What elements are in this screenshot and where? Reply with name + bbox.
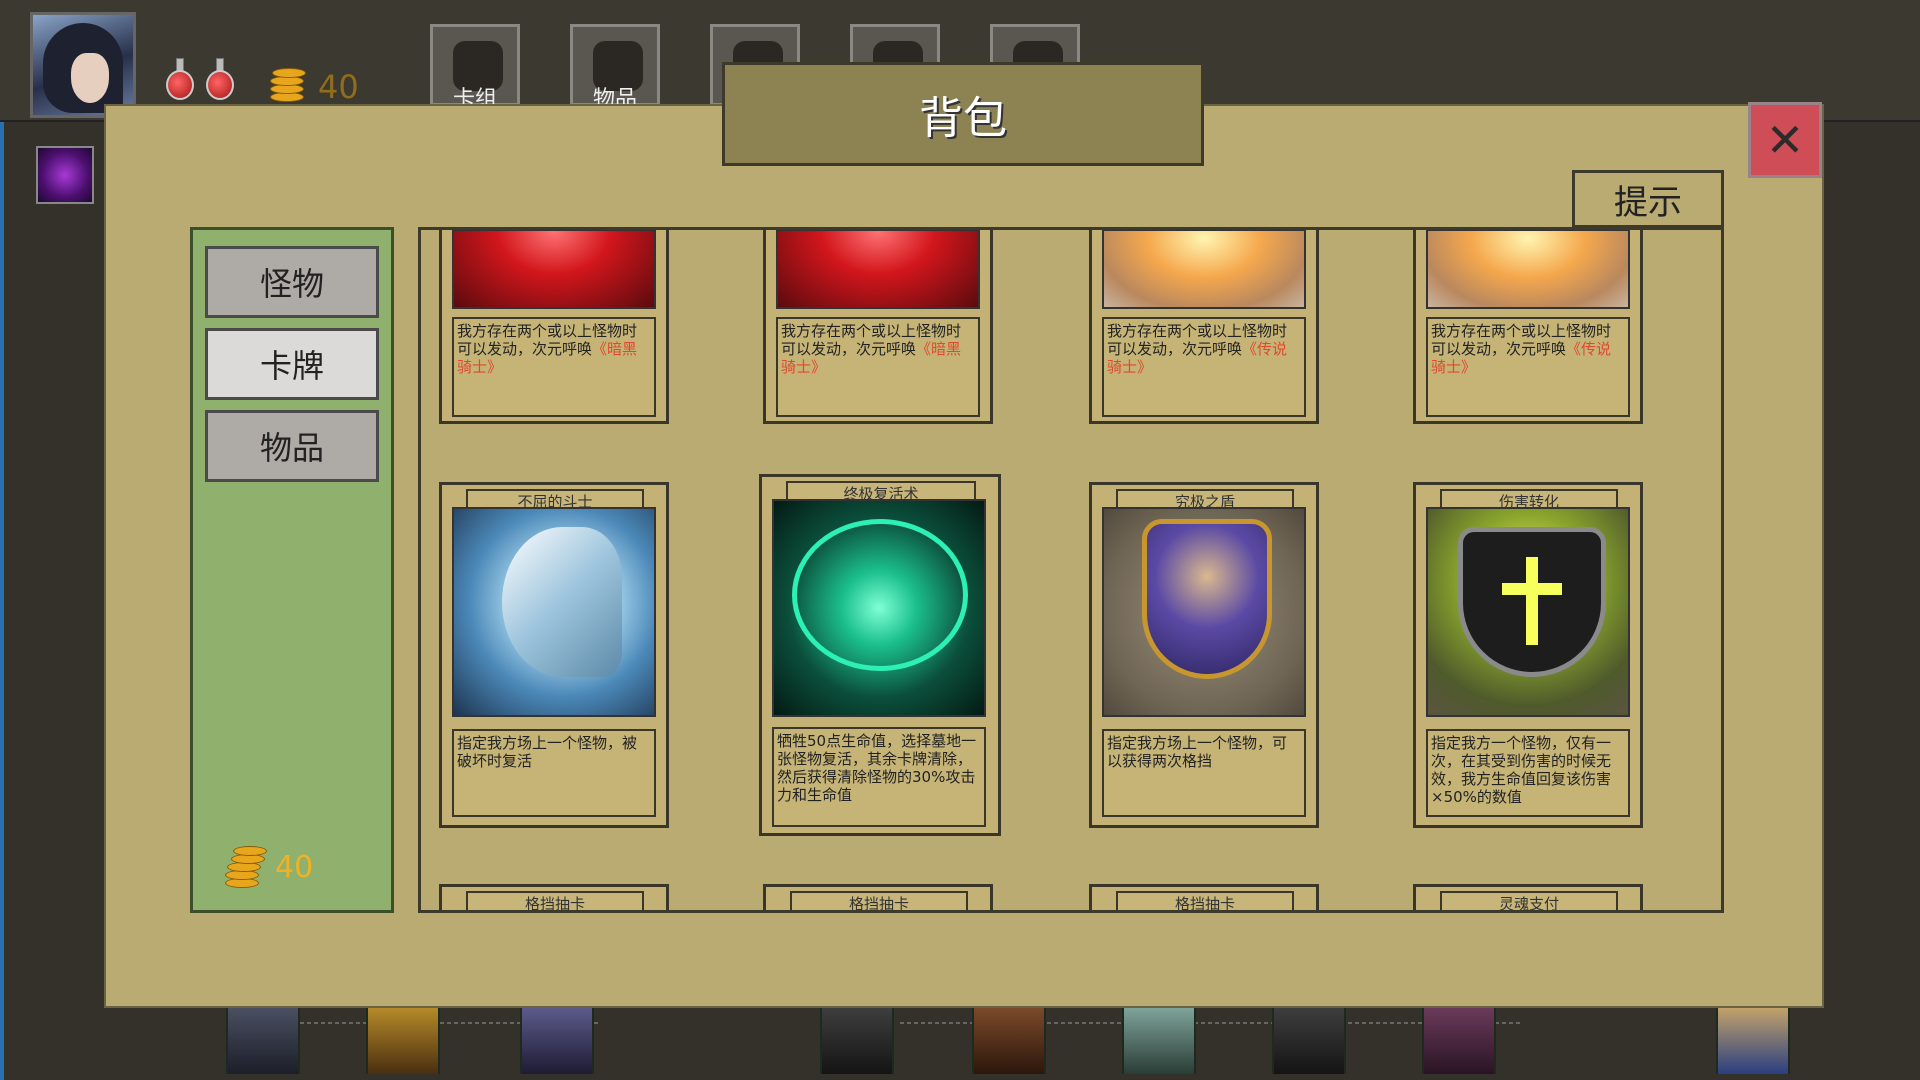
category-monster-button[interactable]: 怪物 [205,246,379,318]
card-art [452,507,656,717]
top-tab-deck[interactable]: 卡组 [430,24,520,112]
card[interactable]: 我方存在两个或以上怪物时可以发动，次元呼唤《传说骑士》 [1413,230,1643,424]
card[interactable]: 格挡抽卡 [1089,884,1319,910]
gold-coins-icon [225,842,267,890]
screen-edge [0,0,4,1080]
unit-portrait[interactable] [366,1008,440,1074]
card-description: 我方存在两个或以上怪物时可以发动，次元呼唤《传说骑士》 [1102,317,1306,417]
potion-icon [206,58,234,100]
hint-button[interactable]: 提示 [1572,170,1724,228]
category-sidebar: 怪物 卡牌 物品 40 [190,227,394,913]
potion-icon [166,58,194,100]
category-item-button[interactable]: 物品 [205,410,379,482]
card[interactable]: 究极之盾 指定我方场上一个怪物，可以获得两次格挡 [1089,482,1319,828]
card-art [452,230,656,309]
card[interactable]: 我方存在两个或以上怪物时可以发动，次元呼唤《传说骑士》 [1089,230,1319,424]
card-name: 格挡抽卡 [466,891,644,910]
top-tab-items[interactable]: 物品 [570,24,660,112]
card-description: 指定我方场上一个怪物，被破坏时复活 [452,729,656,817]
card[interactable]: 终极复活术 牺牲50点生命值，选择墓地一张怪物复活，其余卡牌清除，然后获得清除怪… [759,474,1001,836]
card[interactable]: 我方存在两个或以上怪物时可以发动，次元呼唤《暗黑骑士》 [439,230,669,424]
unit-portrait[interactable] [1422,1008,1496,1074]
card-description: 牺牲50点生命值，选择墓地一张怪物复活，其余卡牌清除，然后获得清除怪物的30%攻… [772,727,986,827]
player-avatar[interactable] [30,12,136,118]
card-name: 灵魂支付 [1440,891,1618,910]
card-description: 指定我方场上一个怪物，可以获得两次格挡 [1102,729,1306,817]
card-art [1426,507,1630,717]
unit-portrait[interactable] [1716,1008,1790,1074]
close-icon: ✕ [1765,113,1805,167]
card[interactable]: 不屈的斗士 指定我方场上一个怪物，被破坏时复活 [439,482,669,828]
unit-portrait[interactable] [226,1008,300,1074]
card-art [1426,230,1630,309]
gold-coins-icon [266,66,306,104]
skill-icon[interactable] [36,146,94,204]
unit-portrait[interactable] [972,1008,1046,1074]
hud-gold-amount: 40 [318,68,359,106]
unit-portrait[interactable] [1122,1008,1196,1074]
card-art [772,499,986,717]
card-description: 我方存在两个或以上怪物时可以发动，次元呼唤《暗黑骑士》 [452,317,656,417]
card[interactable]: 格挡抽卡 [439,884,669,910]
card[interactable]: 伤害转化 指定我方一个怪物，仅有一次，在其受到伤害的时候无效，我方生命值回复该伤… [1413,482,1643,828]
close-button[interactable]: ✕ [1748,102,1822,178]
card-art [1102,507,1306,717]
category-card-button[interactable]: 卡牌 [205,328,379,400]
unit-portrait[interactable] [520,1008,594,1074]
card-art [1102,230,1306,309]
sidebar-gold-amount: 40 [275,850,314,885]
card-description: 指定我方一个怪物，仅有一次，在其受到伤害的时候无效，我方生命值回复该伤害×50%… [1426,729,1630,817]
unit-portrait[interactable] [820,1008,894,1074]
card[interactable]: 我方存在两个或以上怪物时可以发动，次元呼唤《暗黑骑士》 [763,230,993,424]
card-description: 我方存在两个或以上怪物时可以发动，次元呼唤《传说骑士》 [1426,317,1630,417]
card[interactable]: 格挡抽卡 [763,884,993,910]
card-description: 我方存在两个或以上怪物时可以发动，次元呼唤《暗黑骑士》 [776,317,980,417]
dialog-title: 背包 [722,62,1204,166]
card-name: 格挡抽卡 [790,891,968,910]
card-art [776,230,980,309]
card[interactable]: 灵魂支付 [1413,884,1643,910]
unit-portrait[interactable] [1272,1008,1346,1074]
card-grid: 我方存在两个或以上怪物时可以发动，次元呼唤《暗黑骑士》 我方存在两个或以上怪物时… [418,227,1724,913]
card-name: 格挡抽卡 [1116,891,1294,910]
